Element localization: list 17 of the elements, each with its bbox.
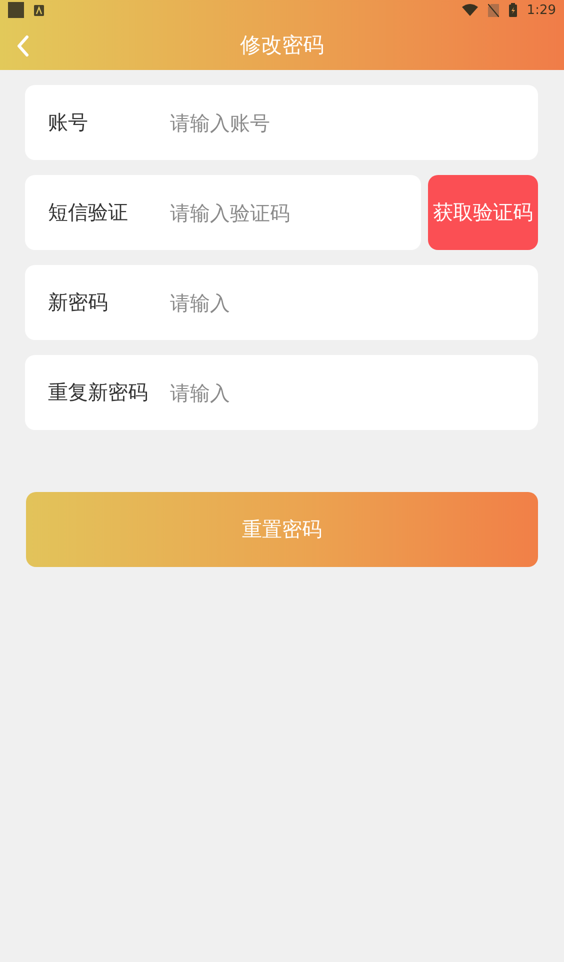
- input-field[interactable]: 请输入账号: [168, 110, 538, 136]
- battery-icon: [508, 3, 517, 17]
- wifi-icon: [462, 4, 478, 16]
- input-field[interactable]: 请输入验证码: [168, 200, 421, 226]
- status-time: 1:29: [526, 2, 556, 18]
- field-label: 账号: [48, 109, 89, 136]
- input-field[interactable]: 请输入: [168, 290, 538, 316]
- form-field[interactable]: 账号 请输入账号: [25, 85, 538, 160]
- field-label: 短信验证: [48, 199, 129, 226]
- form-field[interactable]: 重复新密码 请输入: [25, 355, 538, 430]
- field-label: 新密码: [48, 289, 109, 316]
- no-sim-icon: [488, 4, 499, 16]
- page-title: 修改密码: [240, 32, 324, 59]
- input-field[interactable]: 请输入: [168, 380, 538, 406]
- field-label: 重复新密码: [48, 379, 149, 406]
- form-field[interactable]: 新密码 请输入: [25, 265, 538, 340]
- form-field[interactable]: 短信验证 请输入验证码: [25, 175, 421, 250]
